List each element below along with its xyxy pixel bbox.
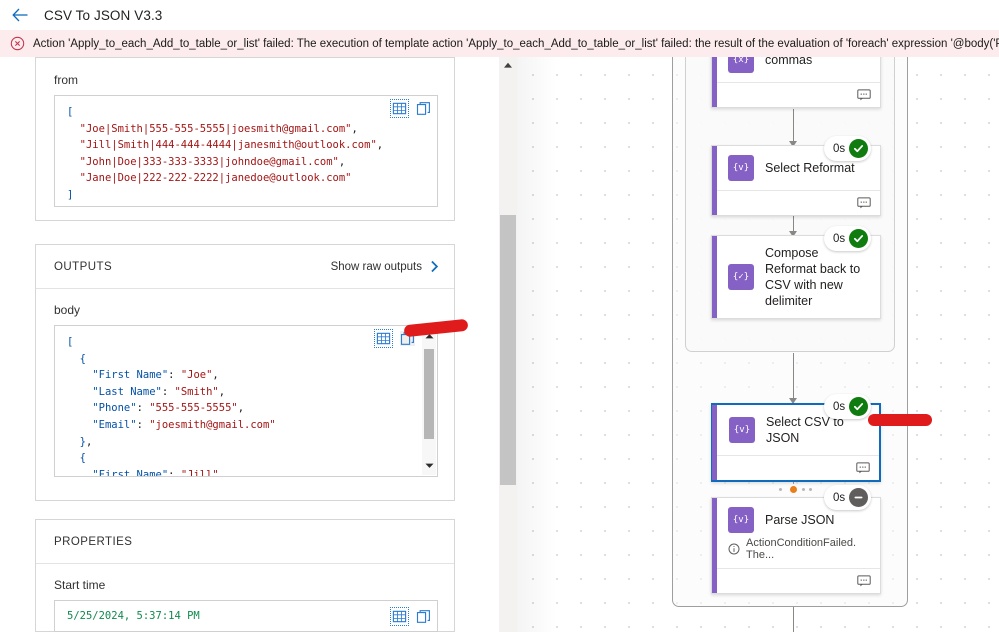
outputs-section-title: OUTPUTS xyxy=(54,260,113,273)
node-title: Select Reformat xyxy=(765,161,855,175)
from-codebox-tools xyxy=(390,99,431,118)
table-view-icon[interactable] xyxy=(390,99,409,118)
from-card: from [ "Joe|Smith|555-555-5555|joesmith@… xyxy=(35,57,455,221)
node-accent-bar xyxy=(712,236,717,318)
start-time-codebox[interactable]: 5/25/2024, 5:37:14 PM xyxy=(54,600,438,632)
expression-icon: {v} xyxy=(729,417,755,443)
flow-designer-canvas[interactable]: {x} commas {v} Select Reformat 0s {✓} Co… xyxy=(487,57,999,632)
expression-icon: {✓} xyxy=(728,264,754,290)
outputs-code-text: [ { "First Name": "Joe", "Last Name": "S… xyxy=(67,336,276,477)
outputs-codebox[interactable]: [ { "First Name": "Joe", "Last Name": "S… xyxy=(54,325,438,477)
connector-dot-small xyxy=(802,488,805,491)
expression-icon: {v} xyxy=(728,155,754,181)
error-circle-icon xyxy=(10,36,25,51)
properties-card: PROPERTIES Start time 5/25/2024, 5:37:14… xyxy=(35,519,455,632)
node-title: Compose Reformat back to CSV with new de… xyxy=(765,246,861,308)
node-accent-bar xyxy=(712,57,717,107)
check-mark-icon xyxy=(854,235,864,243)
node-subtitle: ActionConditionFailed. The... xyxy=(746,537,857,561)
status-badge-succeeded xyxy=(849,229,869,248)
start-time-label: Start time xyxy=(54,578,106,592)
error-message: Action 'Apply_to_each_Add_to_table_or_li… xyxy=(33,37,999,50)
back-arrow-icon[interactable] xyxy=(10,5,30,25)
connector-dot-small xyxy=(809,488,812,491)
error-banner: Action 'Apply_to_each_Add_to_table_or_li… xyxy=(0,30,999,57)
run-details-pane: from [ "Joe|Smith|555-555-5555|joesmith@… xyxy=(0,57,487,632)
connector-scope-to-select-csv xyxy=(793,353,795,400)
node-status-pill-select-reformat: 0s xyxy=(824,136,872,161)
from-codebox[interactable]: [ "Joe|Smith|555-555-5555|joesmith@gmail… xyxy=(54,95,438,207)
connector-status-dot xyxy=(790,486,797,493)
copy-icon[interactable] xyxy=(416,609,431,624)
canvas-left-shadow xyxy=(517,57,557,632)
node-duration: 0s xyxy=(833,142,846,155)
scroll-up-icon[interactable] xyxy=(503,61,513,69)
status-badge-succeeded xyxy=(849,139,869,158)
check-mark-icon xyxy=(854,403,864,411)
show-raw-outputs-link[interactable]: Show raw outputs xyxy=(331,260,440,273)
page-title: CSV To JSON V3.3 xyxy=(44,7,163,23)
node-duration: 0s xyxy=(833,491,846,504)
node-status-pill-select-csv-to-json: 0s xyxy=(824,394,872,419)
node-duration: 0s xyxy=(833,400,846,413)
start-time-value: 5/25/2024, 5:37:14 PM xyxy=(67,610,200,622)
outputs-scroll-thumb[interactable] xyxy=(424,349,434,439)
node-accent-bar xyxy=(712,405,717,480)
status-badge-succeeded xyxy=(849,397,869,416)
node-footer xyxy=(712,568,880,593)
from-code-text: [ "Joe|Smith|555-555-5555|joesmith@gmail… xyxy=(67,106,384,201)
outputs-codebox-scrollbar[interactable] xyxy=(422,327,436,475)
node-commas[interactable]: {x} commas xyxy=(711,57,881,108)
check-mark-icon xyxy=(854,145,864,153)
node-accent-bar xyxy=(712,146,717,215)
info-circle-icon xyxy=(728,543,740,555)
outputs-card: OUTPUTS Show raw outputs body [ { "First… xyxy=(35,244,455,501)
node-status-pill-parse-json: 0s xyxy=(824,485,872,510)
dash-icon xyxy=(854,496,863,499)
connector-scope-bottom xyxy=(793,607,795,632)
start-time-codebox-tools xyxy=(390,607,431,626)
outputs-section-header: OUTPUTS Show raw outputs xyxy=(36,245,454,289)
show-raw-outputs-label: Show raw outputs xyxy=(330,260,422,273)
node-parse-json[interactable]: {v} Parse JSON ActionConditionFailed. Th… xyxy=(711,497,881,594)
scroll-down-icon[interactable] xyxy=(424,460,435,471)
properties-section-header: PROPERTIES xyxy=(36,520,454,564)
chevron-right-icon xyxy=(431,260,439,273)
comment-icon[interactable] xyxy=(856,462,870,474)
connector-commas-to-select-reformat xyxy=(793,109,795,143)
node-header: {x} commas xyxy=(712,57,880,82)
connector-dot-small xyxy=(779,488,782,491)
table-view-icon[interactable] xyxy=(374,329,393,348)
comment-icon[interactable] xyxy=(857,575,871,587)
node-duration: 0s xyxy=(833,232,846,245)
node-footer xyxy=(712,82,880,107)
node-subtitle-row: ActionConditionFailed. The... xyxy=(712,537,880,568)
from-label: from xyxy=(54,73,78,87)
canvas-scroll-thumb[interactable] xyxy=(500,215,516,485)
comment-icon[interactable] xyxy=(857,197,871,209)
table-view-icon[interactable] xyxy=(390,607,409,626)
node-title: commas xyxy=(765,57,813,67)
status-badge-skipped xyxy=(849,488,869,507)
comment-icon[interactable] xyxy=(857,89,871,101)
node-status-pill-compose-reformat: 0s xyxy=(824,226,872,251)
expression-icon: {x} xyxy=(728,57,754,73)
title-bar: CSV To JSON V3.3 xyxy=(0,0,999,30)
node-accent-bar xyxy=(712,498,717,593)
properties-section-title: PROPERTIES xyxy=(54,535,133,548)
copy-icon[interactable] xyxy=(416,101,431,116)
expression-icon: {v} xyxy=(728,507,754,533)
node-title: Parse JSON xyxy=(765,513,835,527)
node-footer xyxy=(712,190,880,215)
annotation-stroke-selected-node xyxy=(868,414,932,426)
canvas-scrollbar[interactable] xyxy=(499,57,517,632)
output-body-label: body xyxy=(54,303,81,317)
node-footer xyxy=(713,455,879,480)
